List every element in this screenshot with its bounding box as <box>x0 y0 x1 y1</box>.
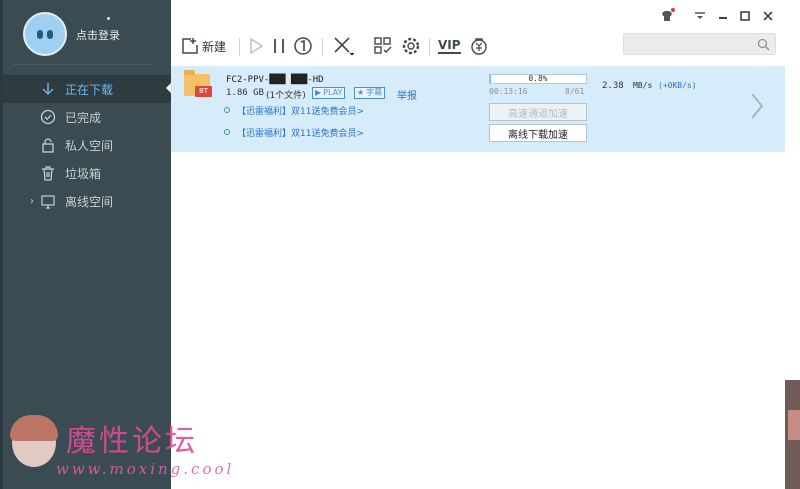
vip-icon: VIP <box>438 38 461 54</box>
watermark-url: www.moxing.cool <box>56 460 235 478</box>
download-speed: 2.38 <box>602 81 624 91</box>
sidebar-item-label: 已完成 <box>65 110 102 125</box>
subtitle-label: 字幕 <box>366 88 383 97</box>
offline-download-button[interactable]: 离线下载加速 <box>489 124 587 142</box>
search-icon[interactable] <box>755 36 771 52</box>
bt-badge: BT <box>195 86 212 97</box>
download-arrow-icon <box>39 80 57 98</box>
limit-speed-icon <box>294 37 312 55</box>
new-icon <box>182 38 198 54</box>
pause-icon <box>274 39 284 53</box>
sidebar-item-trash[interactable]: 垃圾箱 <box>3 159 171 187</box>
sidebar-item-label: 私人空间 <box>65 138 114 153</box>
toolbar-separator <box>322 38 323 56</box>
pause-button[interactable] <box>272 34 286 58</box>
settings-icon <box>402 37 420 55</box>
divider <box>13 64 153 65</box>
promo-text: 【迅雷福利】双11送免费会员> <box>237 128 364 139</box>
check-circle-icon <box>39 108 57 126</box>
sidebar-item-completed[interactable]: 已完成 <box>3 103 171 131</box>
avatar-eye <box>37 30 43 39</box>
background-photo <box>788 410 800 440</box>
task-name: FC2-PPV-███ ███-HD <box>226 75 324 85</box>
sidebar-item-label: 离线空间 <box>65 194 114 209</box>
bullet-icon <box>224 129 230 135</box>
play-icon: ▶ <box>315 88 322 97</box>
wallet-button[interactable] <box>469 34 489 58</box>
avatar[interactable] <box>23 12 67 56</box>
login-link[interactable]: 点击登录 <box>76 27 120 43</box>
report-link[interactable]: 举报 <box>397 87 417 102</box>
sidebar-item-private-space[interactable]: 私人空间 <box>3 131 171 159</box>
sidebar-item-downloading[interactable]: 正在下载 <box>3 75 171 103</box>
cloud-monitor-icon <box>39 192 57 210</box>
star-icon: ★ <box>357 88 365 97</box>
watermark-logo <box>10 415 58 467</box>
play-button[interactable] <box>248 34 264 58</box>
sidebar-item-label: 正在下载 <box>65 82 114 97</box>
avatar-eye <box>47 30 53 39</box>
new-task-label: 新建 <box>202 39 227 54</box>
toolbar-separator <box>429 38 430 56</box>
limit-speed-button[interactable] <box>293 34 313 58</box>
status-dot <box>107 17 110 20</box>
task-row[interactable]: BT FC2-PPV-███ ███-HD 1.86 GB (1个文件) ▶ P… <box>171 66 785 152</box>
maximize-icon[interactable] <box>737 8 753 24</box>
task-file-count: (1个文件) <box>266 91 306 101</box>
progress-percent: 0.8% <box>528 74 548 83</box>
progress-bar: 0.8% <box>489 74 587 84</box>
grid-icon <box>374 37 392 54</box>
task-size: 1.86 GB <box>226 88 264 98</box>
menu-icon[interactable] <box>692 8 708 24</box>
elapsed-time: 00:13:16 <box>489 87 528 96</box>
speed-unit: MB/s <box>633 81 653 90</box>
watermark-title: 魔性论坛 <box>66 424 198 459</box>
delete-icon <box>334 37 355 56</box>
grid-button[interactable] <box>373 34 393 58</box>
main-panel: 新建 VIP BT FC2-PPV-███ ███-HD 1.86 GB (1个… <box>171 0 785 489</box>
close-icon[interactable] <box>760 8 776 24</box>
peer-count: 8/61 <box>565 87 585 96</box>
promo-text: 【迅雷福利】双11送免费会员> <box>237 106 364 117</box>
delete-button[interactable] <box>333 34 355 58</box>
sidebar-item-offline-space[interactable]: › 离线空间 <box>3 187 171 215</box>
notification-dot <box>671 8 675 12</box>
wallet-icon <box>471 38 487 55</box>
new-task-button[interactable]: 新建 <box>181 34 226 58</box>
high-speed-channel-button[interactable]: 高速通道加速 <box>489 103 587 121</box>
settings-button[interactable] <box>401 34 421 58</box>
subtitle-button[interactable]: ★ 字幕 <box>354 87 386 99</box>
skin-icon[interactable] <box>659 8 675 24</box>
vip-button[interactable]: VIP <box>438 34 461 58</box>
chevron-right-icon[interactable] <box>749 92 765 120</box>
promo-link[interactable]: 【迅雷福利】双11送免费会员> <box>224 103 364 117</box>
play-icon <box>250 37 264 55</box>
play-preview-button[interactable]: ▶ PLAY <box>312 87 346 99</box>
promo-link[interactable]: 【迅雷福利】双11送免费会员> <box>224 125 364 139</box>
search-input[interactable] <box>623 33 776 55</box>
speed-boost: (+0KB/s) <box>658 81 697 90</box>
trash-icon <box>39 164 57 182</box>
expand-chevron-icon[interactable]: › <box>30 196 34 207</box>
play-label: PLAY <box>323 88 343 97</box>
toolbar-separator <box>239 38 240 56</box>
minimize-icon[interactable] <box>715 8 731 24</box>
sidebar-item-label: 垃圾箱 <box>65 166 102 181</box>
bullet-icon <box>224 107 230 113</box>
lock-icon <box>39 136 57 154</box>
